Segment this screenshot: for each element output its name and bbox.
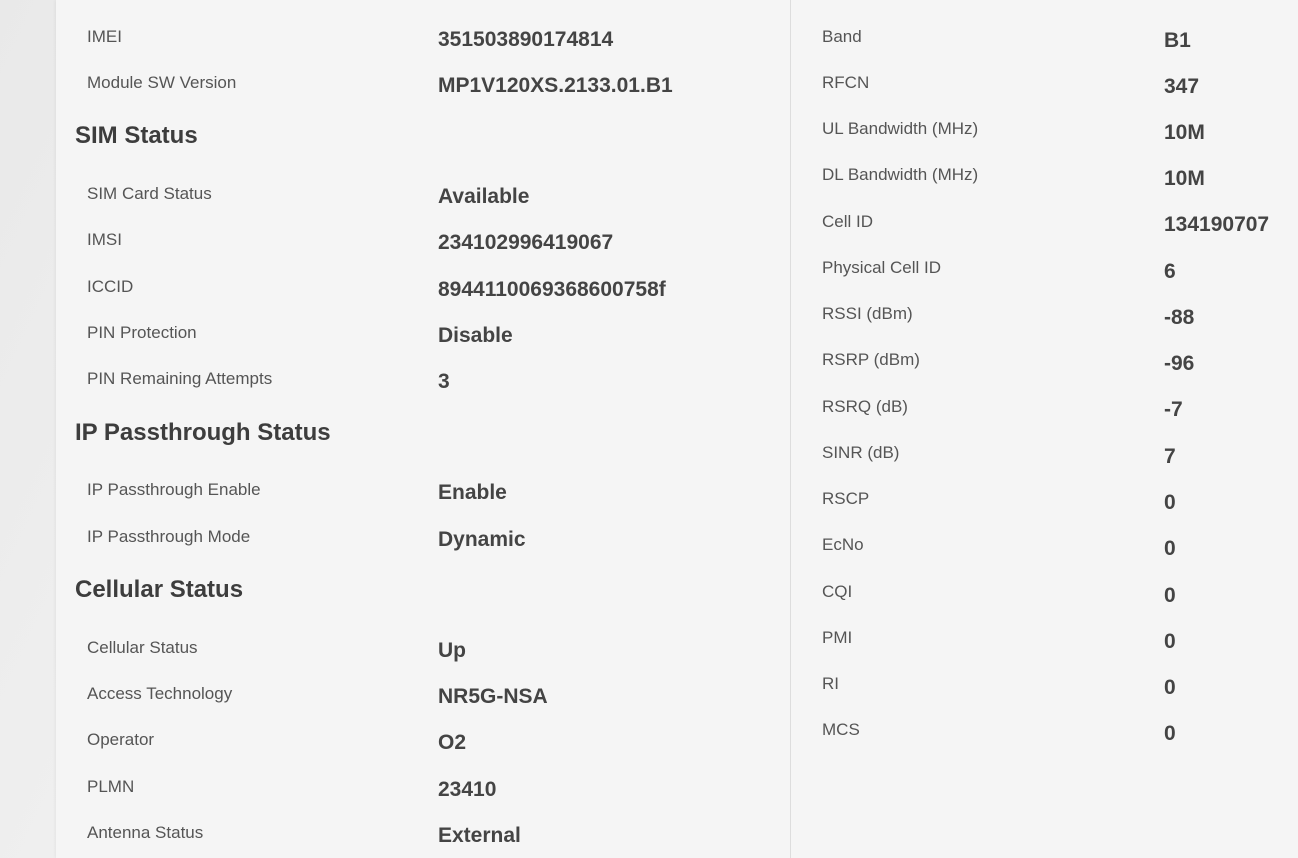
access-technology-label: Access Technology bbox=[87, 684, 233, 703]
cqi-label: CQI bbox=[822, 582, 853, 601]
ip-passthrough-enable-label: IP Passthrough Enable bbox=[87, 480, 261, 499]
sinr-label: SINR (dB) bbox=[822, 443, 900, 462]
cellular-status-heading: Cellular Status bbox=[75, 576, 244, 603]
sim-card-status-value: Available bbox=[438, 185, 530, 208]
mcs-value: 0 bbox=[1164, 722, 1176, 745]
ri-label: RI bbox=[822, 674, 839, 693]
rfcn-label: RFCN bbox=[822, 73, 870, 92]
module-sw-label: Module SW Version bbox=[87, 73, 237, 92]
column-divider bbox=[790, 0, 791, 858]
plmn-label: PLMN bbox=[87, 777, 135, 796]
ecno-value: 0 bbox=[1164, 537, 1176, 560]
ri-value: 0 bbox=[1164, 676, 1176, 699]
rscp-value: 0 bbox=[1164, 491, 1176, 514]
cellular-status-label: Cellular Status bbox=[87, 638, 198, 657]
band-value: B1 bbox=[1164, 29, 1191, 52]
cqi-value: 0 bbox=[1164, 584, 1176, 607]
ip-passthrough-heading: IP Passthrough Status bbox=[75, 419, 331, 446]
rfcn-value: 347 bbox=[1164, 75, 1200, 98]
ul-bandwidth-value: 10M bbox=[1164, 121, 1205, 144]
pmi-value: 0 bbox=[1164, 630, 1176, 653]
imei-label: IMEI bbox=[87, 27, 122, 46]
imsi-value: 234102996419067 bbox=[438, 231, 614, 254]
imsi-label: IMSI bbox=[87, 230, 122, 249]
plmn-value: 23410 bbox=[438, 778, 497, 801]
rsrq-label: RSRQ (dB) bbox=[822, 397, 908, 416]
ul-bandwidth-label: UL Bandwidth (MHz) bbox=[822, 119, 979, 138]
physical-cell-id-label: Physical Cell ID bbox=[822, 258, 942, 277]
mcs-label: MCS bbox=[822, 720, 860, 739]
rsrq-value: -7 bbox=[1164, 398, 1183, 421]
rsrp-value: -96 bbox=[1164, 352, 1195, 375]
cell-id-value: 134190707 bbox=[1164, 213, 1270, 236]
rscp-label: RSCP bbox=[822, 489, 870, 508]
sinr-value: 7 bbox=[1164, 445, 1176, 468]
pmi-label: PMI bbox=[822, 628, 853, 647]
imei-value: 351503890174814 bbox=[438, 28, 614, 51]
operator-value: O2 bbox=[438, 731, 467, 754]
rsrp-label: RSRP (dBm) bbox=[822, 350, 920, 369]
band-label: Band bbox=[822, 27, 862, 46]
pin-remaining-value: 3 bbox=[438, 370, 450, 393]
ip-passthrough-mode-value: Dynamic bbox=[438, 528, 526, 551]
ip-passthrough-enable-value: Enable bbox=[438, 481, 507, 504]
ip-passthrough-mode-label: IP Passthrough Mode bbox=[87, 527, 251, 546]
antenna-status-label: Antenna Status bbox=[87, 823, 204, 842]
dl-bandwidth-value: 10M bbox=[1164, 167, 1205, 190]
dl-bandwidth-label: DL Bandwidth (MHz) bbox=[822, 165, 979, 184]
rssi-value: -88 bbox=[1164, 306, 1195, 329]
sim-card-status-label: SIM Card Status bbox=[87, 184, 212, 203]
physical-cell-id-value: 6 bbox=[1164, 260, 1176, 283]
rssi-label: RSSI (dBm) bbox=[822, 304, 913, 323]
iccid-label: ICCID bbox=[87, 277, 134, 296]
antenna-status-value: External bbox=[438, 824, 521, 847]
operator-label: Operator bbox=[87, 730, 155, 749]
sim-status-heading: SIM Status bbox=[75, 122, 198, 149]
cell-id-label: Cell ID bbox=[822, 212, 874, 231]
pin-protection-value: Disable bbox=[438, 324, 513, 347]
pin-remaining-label: PIN Remaining Attempts bbox=[87, 369, 273, 388]
iccid-value: 8944110069368600758f bbox=[438, 278, 666, 301]
access-technology-value: NR5G-NSA bbox=[438, 685, 548, 708]
ecno-label: EcNo bbox=[822, 535, 864, 554]
cellular-status-value: Up bbox=[438, 639, 466, 662]
module-sw-value: MP1V120XS.2133.01.B1 bbox=[438, 74, 673, 97]
pin-protection-label: PIN Protection bbox=[87, 323, 197, 342]
